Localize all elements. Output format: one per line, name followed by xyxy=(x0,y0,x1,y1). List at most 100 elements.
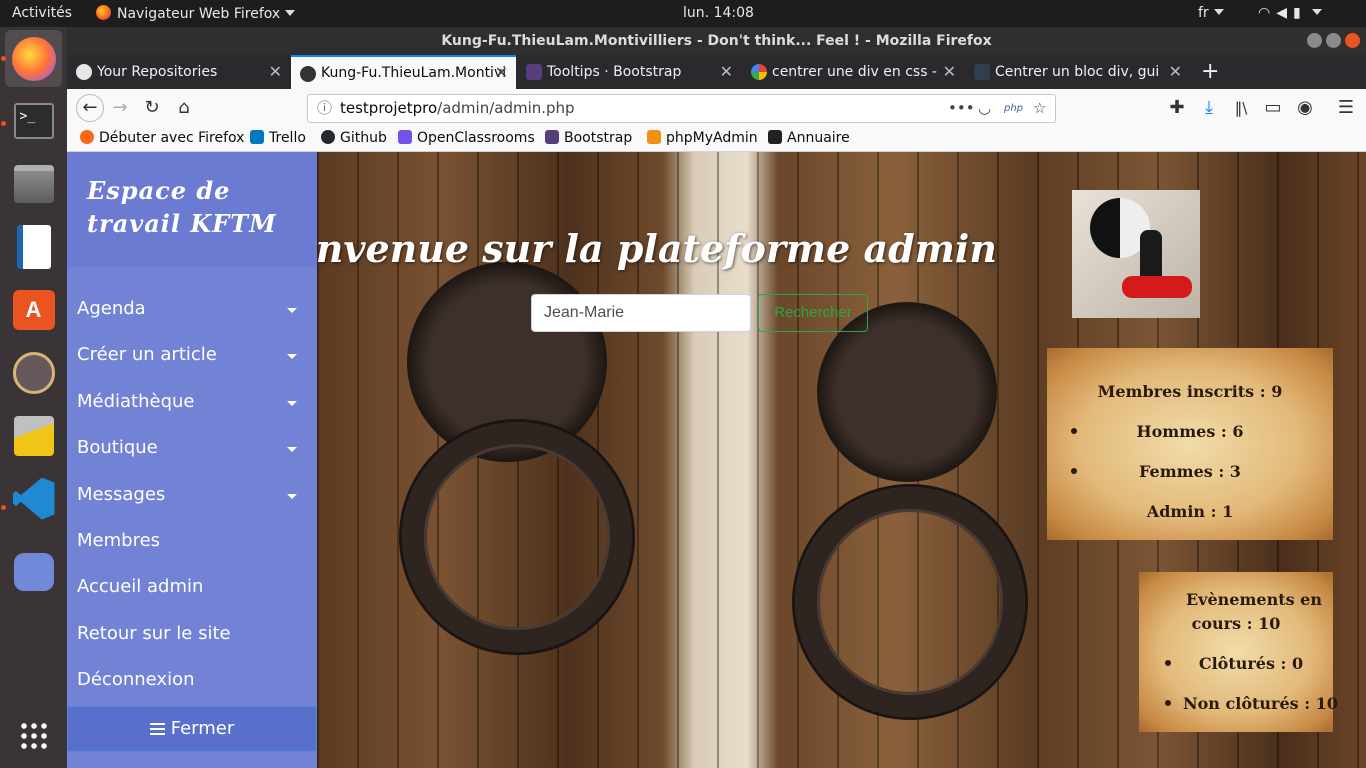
close-sidebar-button[interactable]: Fermer xyxy=(67,706,317,752)
firefox-icon xyxy=(96,5,111,20)
tab-google-search[interactable]: centrer une div en css - R ✕ xyxy=(742,55,964,89)
maximize-button[interactable] xyxy=(1326,33,1341,48)
close-icon[interactable]: ✕ xyxy=(720,55,733,89)
caret-down-icon xyxy=(287,354,297,359)
caret-down-icon xyxy=(287,401,297,406)
sidebar-item-mediatheque[interactable]: Médiathèque xyxy=(77,391,307,412)
plus-icon: + xyxy=(1201,59,1220,84)
vscode-icon xyxy=(12,477,55,520)
openclassrooms-icon xyxy=(398,130,412,144)
bookmark-bootstrap[interactable]: Bootstrap xyxy=(545,130,632,146)
dock-vscode[interactable] xyxy=(5,470,62,527)
new-tab-button[interactable]: + xyxy=(1195,55,1225,89)
close-icon[interactable]: ✕ xyxy=(269,55,282,89)
reload-button[interactable]: ↻ xyxy=(141,97,163,119)
forward-button[interactable]: → xyxy=(109,97,131,119)
sidebar-item-deconnexion[interactable]: Déconnexion xyxy=(77,669,307,690)
download-icon[interactable]: ⤓ xyxy=(1198,97,1220,119)
atom-icon xyxy=(12,351,55,394)
back-button[interactable]: ← xyxy=(76,94,104,122)
firefox-icon xyxy=(80,130,94,144)
running-indicator xyxy=(1,56,6,61)
dock-files[interactable] xyxy=(5,155,62,212)
bookmark-annuaire[interactable]: Annuaire xyxy=(768,130,850,146)
dock-cleaner[interactable] xyxy=(5,407,62,464)
tab-label: Centrer un bloc div, guide xyxy=(995,64,1160,80)
sidebar-toggle-icon[interactable]: ▭ xyxy=(1262,97,1284,119)
sidebar-header: Espace de travail KFTM xyxy=(67,152,317,267)
dock-terminal[interactable]: >_ xyxy=(5,92,62,149)
pocket-icon[interactable]: ◡ xyxy=(978,95,991,122)
sidebar-item-agenda[interactable]: Agenda xyxy=(77,298,307,319)
system-top-bar: Activités Navigateur Web Firefox lun. 14… xyxy=(0,0,1366,27)
chevron-down-icon xyxy=(285,10,296,16)
app-menu[interactable]: Navigateur Web Firefox xyxy=(96,5,296,22)
app-menu-label: Navigateur Web Firefox xyxy=(117,6,281,22)
dock-software[interactable]: A xyxy=(5,281,62,338)
sidebar-item-retour-site[interactable]: Retour sur le site xyxy=(77,623,307,644)
page-actions-icon[interactable]: ••• xyxy=(948,95,975,122)
github-icon xyxy=(76,64,92,80)
clock[interactable]: lun. 14:08 xyxy=(683,5,754,21)
files-icon xyxy=(13,164,54,203)
google-icon xyxy=(751,64,767,80)
url-path: /admin/admin.php xyxy=(437,99,575,117)
hamburger-icon xyxy=(149,723,165,735)
member-search-input[interactable]: Jean-Marie xyxy=(531,294,751,332)
admin-sidebar: Espace de travail KFTM Agenda Créer un a… xyxy=(67,152,317,768)
volume-icon: ◀ xyxy=(1276,5,1293,21)
tab-repositories[interactable]: Your Repositories ✕ xyxy=(67,55,290,89)
terminal-icon: >_ xyxy=(13,102,54,139)
reload-icon: ↻ xyxy=(144,97,160,118)
sidebar-item-accueil-admin[interactable]: Accueil admin xyxy=(77,576,307,597)
bookmark-openclassrooms[interactable]: OpenClassrooms xyxy=(398,130,535,146)
writer-icon xyxy=(16,224,51,269)
dock-atom[interactable] xyxy=(5,344,62,401)
dock-firefox[interactable] xyxy=(5,30,62,87)
chevron-down-icon xyxy=(1311,9,1322,15)
php-icon[interactable]: php xyxy=(1004,95,1023,122)
dock-writer[interactable] xyxy=(5,218,62,275)
women-count: Femmes : 3 xyxy=(1139,462,1241,481)
system-status-icons[interactable]: ◠◀▮ xyxy=(1258,5,1322,21)
tab-label: Kung-Fu.ThieuLam.Montivi xyxy=(321,65,507,81)
url-bar[interactable]: ⓘ testprojetpro/admin/admin.php ••• ◡ ph… xyxy=(307,94,1056,123)
close-icon[interactable]: ✕ xyxy=(495,57,508,89)
tab-label: Your Repositories xyxy=(97,64,218,80)
sidebar-item-messages[interactable]: Messages xyxy=(77,484,307,505)
search-button[interactable]: Rechercher xyxy=(758,294,868,332)
close-icon[interactable]: ✕ xyxy=(1169,55,1182,89)
minimize-button[interactable] xyxy=(1307,33,1322,48)
menu-icon[interactable]: ☰ xyxy=(1335,97,1357,119)
bookmark-star-icon[interactable]: ☆ xyxy=(1033,95,1046,122)
bookmark-trello[interactable]: Trello xyxy=(250,130,306,146)
app-grid-icon xyxy=(18,720,49,751)
navigation-toolbar: ← → ↻ ⌂ ⓘ testprojetpro/admin/admin.php … xyxy=(67,89,1366,127)
tab-centrer-bloc[interactable]: Centrer un bloc div, guide ✕ xyxy=(965,55,1190,89)
tab-bootstrap-tooltips[interactable]: Tooltips · Bootstrap ✕ xyxy=(517,55,741,89)
sidebar-item-boutique[interactable]: Boutique xyxy=(77,437,307,458)
show-applications-button[interactable] xyxy=(5,707,62,764)
tab-kungfu-admin[interactable]: Kung-Fu.ThieuLam.Montivi ✕ xyxy=(291,55,516,89)
bookmark-phpmyadmin[interactable]: phpMyAdmin xyxy=(647,130,758,146)
tab-label: Tooltips · Bootstrap xyxy=(547,64,682,80)
library-icon[interactable]: ‖\ xyxy=(1230,97,1252,119)
sidebar-item-membres[interactable]: Membres xyxy=(77,530,307,551)
account-icon[interactable]: ◉ xyxy=(1294,97,1316,119)
home-button[interactable]: ⌂ xyxy=(173,97,195,119)
bookmark-debuter[interactable]: Débuter avec Firefox xyxy=(80,130,244,146)
keyboard-layout[interactable]: fr xyxy=(1198,5,1224,21)
dock-discord[interactable] xyxy=(5,543,62,600)
trello-icon xyxy=(250,130,264,144)
activities-button[interactable]: Activités xyxy=(12,5,72,21)
extensions-icon[interactable]: ✚ xyxy=(1166,97,1188,119)
welcome-heading: Bienvenue sur la plateforme admin xyxy=(317,226,997,271)
bookmarks-toolbar: Débuter avec Firefox Trello Github OpenC… xyxy=(67,127,1366,152)
bootstrap-icon xyxy=(545,130,559,144)
events-stats-card: Evènements en cours : 10 Clôturés : 0 No… xyxy=(1139,572,1338,732)
web-page: Espace de travail KFTM Agenda Créer un a… xyxy=(67,152,1366,768)
close-icon[interactable]: ✕ xyxy=(943,55,956,89)
close-window-button[interactable] xyxy=(1345,33,1360,48)
sidebar-item-creer-article[interactable]: Créer un article xyxy=(77,344,307,365)
bookmark-github[interactable]: Github xyxy=(321,130,387,146)
